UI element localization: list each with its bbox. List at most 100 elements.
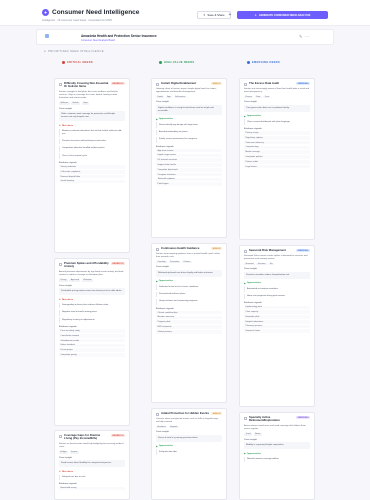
tag[interactable]: Digital xyxy=(156,95,165,99)
tag[interactable]: Income xyxy=(69,450,79,454)
evidence-item[interactable]: Epidemiology data xyxy=(244,305,310,310)
evidence-item[interactable]: Legal review xyxy=(244,164,310,169)
evidence-item[interactable]: Hospital admissions xyxy=(244,319,310,324)
evidence-item[interactable]: Ombudsman records xyxy=(59,338,125,343)
tag[interactable]: Accidents xyxy=(156,425,168,429)
evidence-item[interactable]: Program pilots xyxy=(156,320,222,325)
tag[interactable]: Chronic xyxy=(182,260,192,264)
evidence-item[interactable]: Reminder pilots xyxy=(244,315,310,319)
evidence-item[interactable]: Call-center complaints xyxy=(59,170,125,174)
evidence-item[interactable]: UX research sessions xyxy=(156,158,222,163)
card-checkbox[interactable] xyxy=(156,247,159,251)
card-checkbox[interactable] xyxy=(156,412,159,416)
tag-list: Digital App Self-service xyxy=(156,95,222,99)
evidence-item[interactable]: Broker feedback xyxy=(59,343,125,348)
evidence-item[interactable]: Pharmacy partners xyxy=(244,324,310,329)
need-card[interactable]: The Excess Data Audit EMERGING Seniors are… xyxy=(239,78,315,240)
tag[interactable]: Seasonal xyxy=(244,262,255,266)
insight-text: Fixed income limits flexibility for unex… xyxy=(59,460,125,468)
tag[interactable]: Wellness xyxy=(59,101,70,105)
evidence-item[interactable]: Seasonal claims xyxy=(244,329,310,334)
tag[interactable]: Budget xyxy=(59,450,68,454)
evidence-item[interactable]: Media coverage xyxy=(244,150,310,154)
need-card[interactable]: Difficulty Covering Non-Essential Or Hol… xyxy=(54,78,130,253)
evidence-item[interactable]: Consumer advocacy xyxy=(244,140,310,145)
evidence-item[interactable]: Cancellation reasons xyxy=(59,333,125,338)
card-checkbox[interactable] xyxy=(244,416,247,420)
card-checkbox[interactable] xyxy=(59,262,62,266)
evidence-item[interactable]: Clinic capacity xyxy=(244,310,310,314)
tag[interactable]: Gaps xyxy=(81,101,90,105)
tag[interactable]: Hospital xyxy=(168,425,179,429)
tag[interactable]: Retention xyxy=(81,278,93,282)
evidence-item[interactable]: Chronic condition data xyxy=(156,310,222,315)
need-card[interactable]: Specialty Active Retirement/Exploration E… xyxy=(239,412,315,500)
more-icon[interactable]: ⋯ xyxy=(305,35,309,39)
lightbulb-icon: ◆ xyxy=(244,453,246,456)
save-share-button[interactable]: ⇪ Save & Share xyxy=(197,11,231,19)
evidence-item[interactable]: Complaint logs xyxy=(244,145,310,150)
tag[interactable]: Prevention xyxy=(168,260,181,264)
card-checkbox[interactable] xyxy=(156,82,159,86)
insight-text: Proactive reminders reduce hospitalizati… xyxy=(244,271,310,279)
edit-icon[interactable]: ✎ xyxy=(299,35,303,39)
tag[interactable]: Coaching xyxy=(156,260,167,264)
evidence-item[interactable]: Telehealth adoption xyxy=(156,177,222,182)
tag[interactable]: Data xyxy=(254,95,262,99)
evidence-item[interactable]: Privacy survey xyxy=(244,131,310,135)
evidence-item[interactable]: Regulatory updates xyxy=(244,136,310,140)
evidence-item[interactable]: Clinical partners xyxy=(156,329,222,334)
alert-item: Home visit programs during peak season. xyxy=(244,293,310,300)
save-share-label: Save & Share xyxy=(207,13,225,17)
tag[interactable]: App xyxy=(165,95,173,99)
priority-badge: EMERGING xyxy=(296,82,310,85)
tag[interactable]: Holistic xyxy=(71,101,81,105)
evidence-item[interactable]: Household survey xyxy=(59,486,125,491)
tag[interactable]: Self-service xyxy=(173,95,187,99)
card-checkbox[interactable] xyxy=(59,82,62,86)
tag[interactable]: Vaccines xyxy=(256,262,267,266)
opportunity-label: ◆ Opportunities xyxy=(156,445,222,448)
generate-analysis-label: GENERATE CONSUMER NEED ANALYSIS xyxy=(258,13,311,17)
insight-label: Core insight xyxy=(244,438,257,441)
need-card[interactable]: Premium Spikes and Affordability Anxiety… xyxy=(54,258,130,426)
evidence-item[interactable]: Renewal drop-off data xyxy=(59,174,125,179)
evidence-item[interactable]: Partner audits xyxy=(244,159,310,164)
evidence-item[interactable]: NPS comments xyxy=(156,325,222,329)
tag[interactable]: Pricing xyxy=(59,278,68,282)
need-card[interactable]: Seasonal Risk Management EMERGING Seasonal… xyxy=(239,245,315,407)
tag[interactable]: Travel xyxy=(244,432,253,436)
tag[interactable]: Flu xyxy=(268,262,275,266)
evidence-item[interactable]: Competitor benchmark xyxy=(156,167,222,172)
generate-analysis-button[interactable]: ✦ GENERATE CONSUMER NEED ANALYSIS xyxy=(237,11,328,19)
evidence-item[interactable]: Support ticket trends xyxy=(156,163,222,167)
need-card[interactable]: Continuous Health Guidance HIGH #2 Seniors… xyxy=(151,243,227,403)
tag[interactable]: Active xyxy=(253,432,262,436)
need-card[interactable]: Instant Digital Enablement HIGH #1 Growing… xyxy=(151,78,227,238)
evidence-item[interactable]: App store reviews xyxy=(156,148,222,153)
card-header: The Excess Data Audit EMERGING xyxy=(244,81,310,86)
evidence-item[interactable]: Competitor policies xyxy=(244,155,310,159)
tag[interactable]: Trust xyxy=(263,95,271,99)
app-title: ✦ Consumer Need Intelligence xyxy=(42,9,139,16)
card-title: Specialty Active Retirement/Exploration xyxy=(249,415,280,423)
evidence-item[interactable]: Price sensitivity study xyxy=(59,329,125,333)
card-header: Difficulty Covering Non-Essential Or Hol… xyxy=(59,81,125,89)
need-card[interactable]: Coverage Gaps for Routine Living (Pay In… xyxy=(54,430,130,500)
evidence-item[interactable]: Digital usage metrics xyxy=(156,153,222,158)
need-card[interactable]: Added Protection for Hidden Events HIGH #… xyxy=(151,408,227,500)
card-checkbox[interactable] xyxy=(244,249,247,253)
evidence-item[interactable]: Portal logins xyxy=(156,182,222,186)
evidence-item[interactable]: Survey verbatims xyxy=(59,165,125,169)
evidence-item[interactable]: Social listening xyxy=(59,179,125,184)
card-checkbox[interactable] xyxy=(244,82,247,86)
tag[interactable]: Age band xyxy=(69,278,81,282)
evidence-item[interactable]: Caregiver interviews xyxy=(156,172,222,177)
add-icon[interactable]: + xyxy=(227,12,233,18)
evidence-item[interactable]: Focus groups xyxy=(59,348,125,352)
tag[interactable]: Privacy xyxy=(244,95,254,99)
evidence-item[interactable]: Competitor pricing xyxy=(59,353,125,357)
card-checkbox[interactable] xyxy=(59,434,62,438)
app-subtitle: Intelligence · 15 consumer need areas · … xyxy=(42,19,112,22)
evidence-item[interactable]: Member interviews xyxy=(156,315,222,320)
